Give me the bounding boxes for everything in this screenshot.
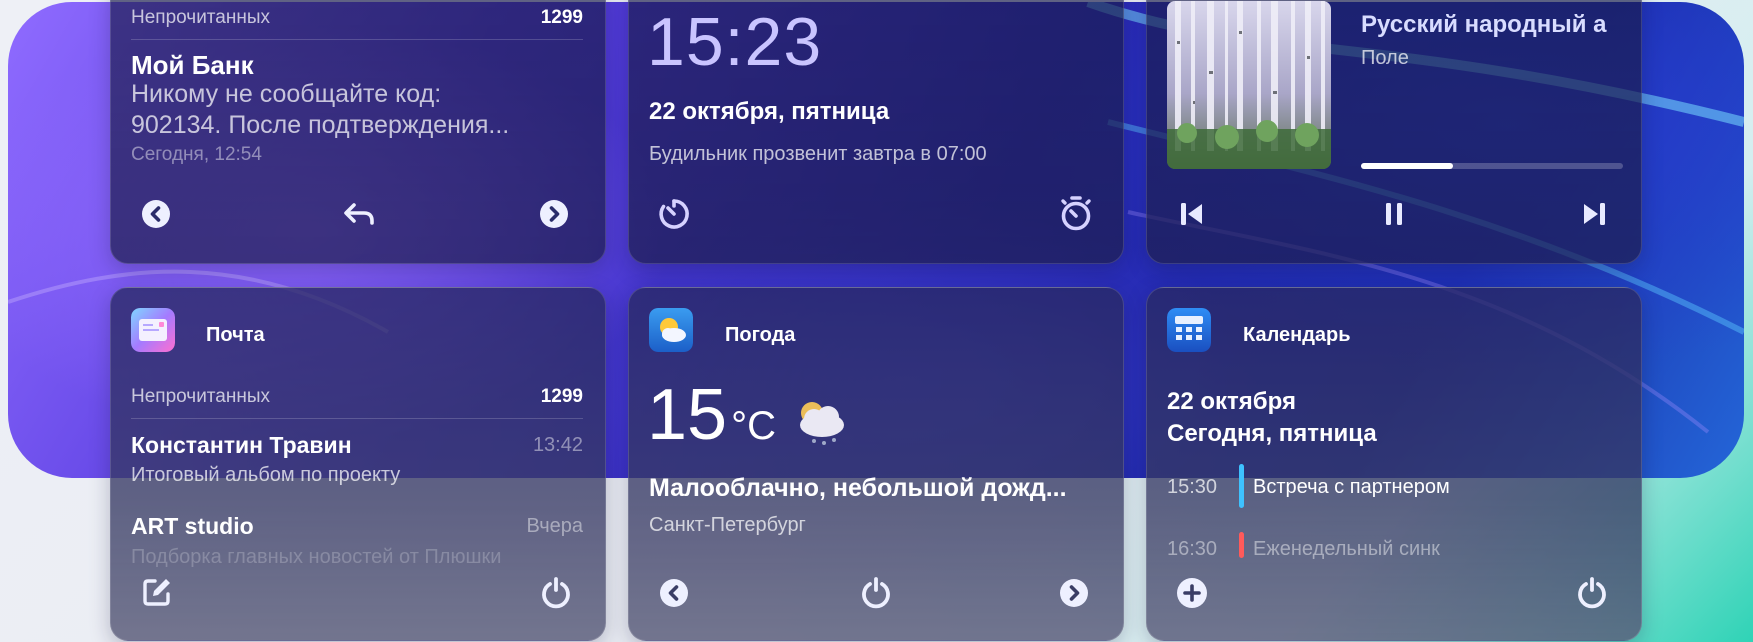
weather-city: Санкт-Петербург [649, 514, 806, 536]
reply-icon[interactable] [339, 197, 379, 231]
pause-icon[interactable] [1375, 195, 1413, 233]
refresh-icon[interactable] [537, 574, 575, 612]
music-widget: Русский народный а Поле [1146, 0, 1642, 264]
track-title: Русский народный а [1361, 11, 1607, 38]
mail-widget-top: Непрочитанных 1299 Мой Банк Никому не со… [110, 0, 606, 264]
refresh-icon[interactable] [1573, 574, 1611, 612]
compose-icon[interactable] [139, 574, 175, 610]
message-subject: Итоговый альбом по проекту [131, 464, 401, 486]
weather-app-name: Погода [725, 324, 796, 346]
weather-widget: Погода 15 °C Малооблачно, небольшой дожд… [628, 287, 1124, 641]
progress-track[interactable] [1361, 163, 1623, 169]
temperature-value: 15 [647, 375, 728, 455]
event-time: 16:30 [1167, 538, 1218, 560]
unread-count: 1299 [540, 7, 583, 28]
chevron-left-circle-icon[interactable] [655, 574, 693, 612]
skip-back-icon[interactable] [1173, 195, 1211, 233]
mail-app-icon[interactable] [131, 308, 175, 352]
calendar-date: 22 октября [1167, 388, 1296, 415]
chevron-left-circle-icon[interactable] [139, 197, 173, 231]
divider [131, 418, 583, 419]
calendar-day: Сегодня, пятница [1167, 420, 1377, 447]
album-cover[interactable] [1167, 1, 1331, 169]
event-title: Еженедельный синк [1253, 538, 1440, 560]
calendar-widget: Календарь 22 октября Сегодня, пятница 15… [1146, 287, 1642, 641]
divider [131, 39, 583, 40]
message-time: 13:42 [532, 434, 583, 456]
message-preview-line2: 902134. После подтверждения... [131, 111, 510, 139]
temperature-unit: °C [731, 404, 776, 448]
message-time: Вчера [526, 515, 583, 537]
chevron-right-circle-icon[interactable] [537, 197, 571, 231]
message-time: Сегодня, 12:54 [131, 144, 262, 165]
track-artist: Поле [1361, 47, 1409, 69]
event-time: 15:30 [1167, 476, 1218, 498]
progress-fill [1361, 163, 1453, 169]
skip-forward-icon[interactable] [1575, 195, 1613, 233]
temperature: 15 °C [647, 374, 776, 456]
mail-app-name: Почта [206, 324, 265, 346]
message-sender: Константин Травин [131, 432, 352, 458]
refresh-icon[interactable] [857, 574, 895, 612]
event-color-bar [1239, 532, 1244, 558]
message-sender: ART studio [131, 513, 254, 539]
calendar-app-name: Календарь [1243, 324, 1351, 346]
timer-icon[interactable] [655, 195, 693, 233]
calendar-app-icon[interactable] [1167, 308, 1211, 352]
cloud-rain-icon [789, 394, 851, 450]
event-color-bar [1239, 464, 1244, 508]
stopwatch-icon[interactable] [1057, 193, 1095, 233]
weather-condition: Малооблачно, небольшой дожд... [649, 474, 1067, 502]
add-circle-icon[interactable] [1173, 574, 1211, 612]
weather-app-icon[interactable] [649, 308, 693, 352]
mail-widget: Почта Непрочитанных 1299 Константин Трав… [110, 287, 606, 641]
chevron-right-circle-icon[interactable] [1055, 574, 1093, 612]
clock-date: 22 октября, пятница [649, 98, 890, 125]
alarm-info: Будильник прозвенит завтра в 07:00 [649, 143, 987, 165]
message-sender[interactable]: Мой Банк [131, 50, 254, 81]
message-subject: Подборка главных новостей от Плюшки [131, 546, 502, 568]
unread-label: Непрочитанных [131, 386, 271, 407]
clock-widget: 15:23 22 октября, пятница Будильник проз… [628, 0, 1124, 264]
event-title: Встреча с партнером [1253, 476, 1450, 498]
unread-label: Непрочитанных [131, 7, 271, 28]
message-preview-line1: Никому не сообщайте код: [131, 80, 442, 108]
clock-time: 15:23 [647, 4, 823, 80]
unread-count: 1299 [540, 386, 583, 407]
